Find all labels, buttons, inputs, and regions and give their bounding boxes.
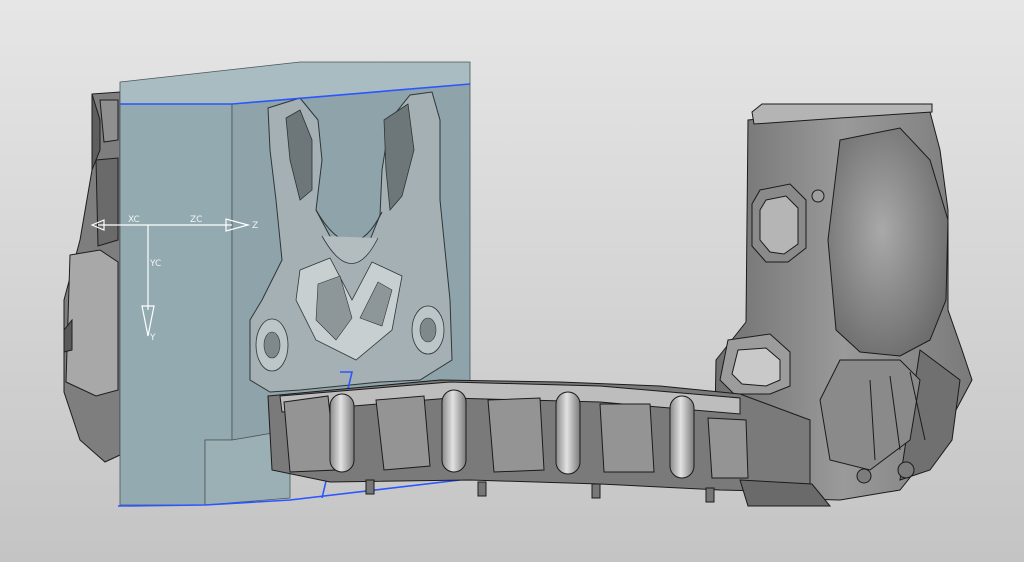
cad-scene[interactable]: XC ZC Z YC Y [0,0,1024,562]
triad-label-z: Z [252,221,258,231]
circular-disc-face [827,127,949,357]
cad-graphics-viewport[interactable]: XC ZC Z YC Y [0,0,1024,562]
triad-label-xc: XC [128,215,140,225]
triad-label-yc: YC [149,259,161,269]
triad-label-y: Y [149,333,156,343]
triad-label-zc: ZC [190,215,202,225]
